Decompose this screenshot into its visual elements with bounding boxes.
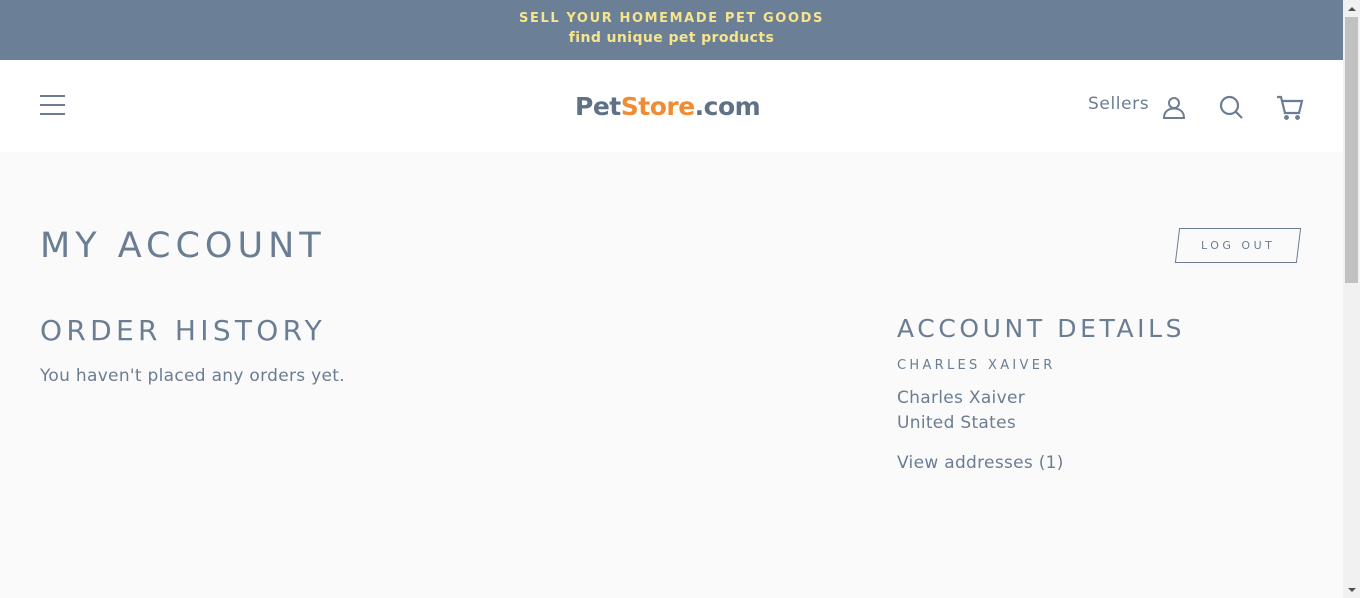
order-history-title: ORDER HISTORY	[40, 314, 326, 347]
scroll-down-arrow-icon[interactable]	[1343, 581, 1360, 598]
account-details-title: ACCOUNT DETAILS	[897, 314, 1186, 343]
cart-icon[interactable]	[1276, 93, 1304, 121]
logout-label: LOG OUT	[1200, 239, 1276, 252]
logo-text-com: .com	[694, 92, 761, 121]
logo-text-store: Store	[620, 92, 695, 121]
logo-text-pet: Pet	[575, 92, 621, 121]
account-name: Charles Xaiver	[897, 388, 1025, 408]
page: SELL YOUR HOMEMADE PET GOODS find unique…	[0, 0, 1343, 598]
sellers-link[interactable]: Sellers	[1088, 94, 1149, 114]
account-name-heading: CHARLES XAIVER	[897, 358, 1056, 373]
announcement-headline[interactable]: SELL YOUR HOMEMADE PET GOODS	[0, 10, 1343, 27]
hamburger-menu-icon[interactable]	[40, 95, 68, 117]
account-country: United States	[897, 413, 1017, 433]
no-orders-message: You haven't placed any orders yet.	[40, 366, 345, 386]
scrollbar-thumb[interactable]	[1345, 17, 1358, 283]
search-icon[interactable]	[1217, 93, 1245, 121]
page-title: MY ACCOUNT	[40, 226, 326, 266]
scroll-up-arrow-icon[interactable]	[1343, 0, 1360, 17]
view-addresses-link[interactable]: View addresses (1)	[897, 453, 1064, 473]
account-icon[interactable]	[1160, 93, 1188, 121]
announcement-subline[interactable]: find unique pet products	[0, 27, 1343, 49]
announcement-bar[interactable]: SELL YOUR HOMEMADE PET GOODS find unique…	[0, 0, 1343, 60]
site-logo[interactable]: PetStore.com	[575, 87, 761, 127]
site-header: PetStore.com Sellers	[0, 60, 1343, 152]
logout-button[interactable]: LOG OUT	[1174, 228, 1302, 263]
vertical-scrollbar[interactable]	[1343, 0, 1360, 598]
